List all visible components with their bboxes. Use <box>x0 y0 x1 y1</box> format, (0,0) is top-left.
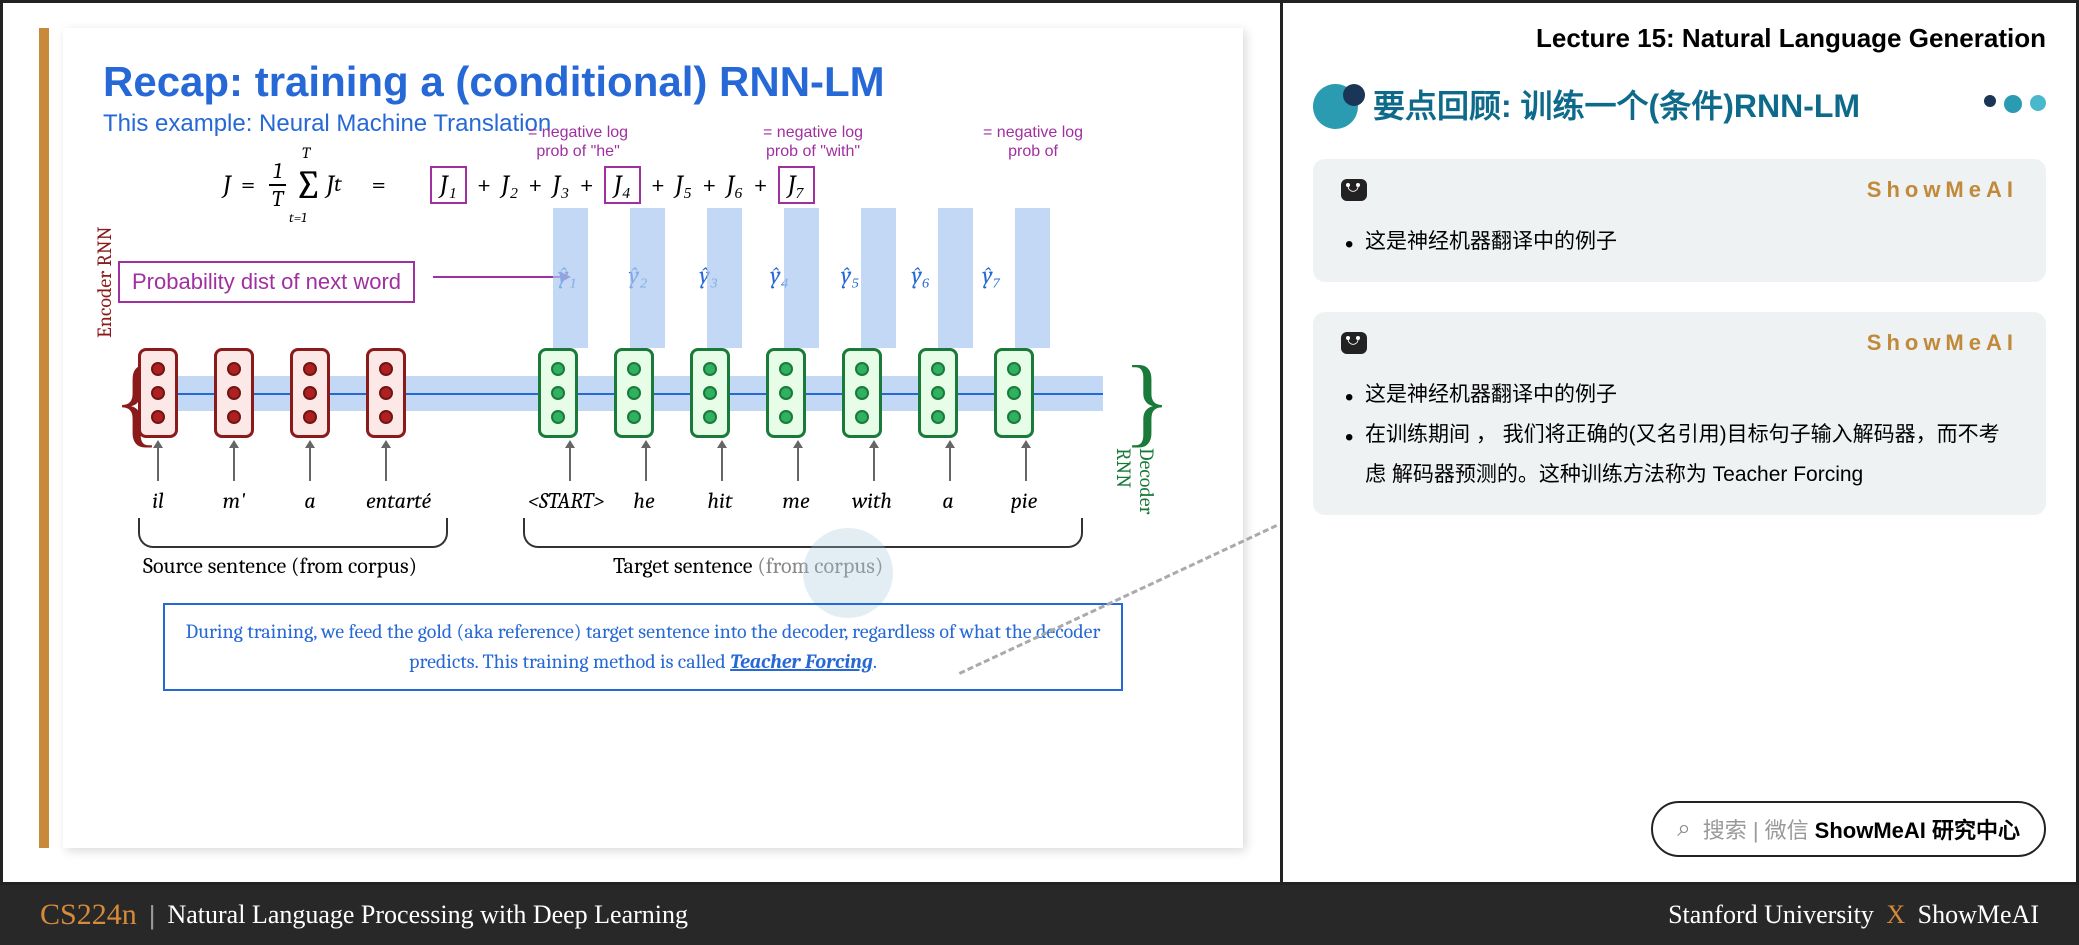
lecture-header: Lecture 15: Natural Language Generation <box>1313 23 2046 54</box>
neg-log-label-1: = negative logprob of "he" <box>528 123 628 161</box>
slide: Recap: training a (conditional) RNN-LM T… <box>63 28 1243 848</box>
search-icon: ⌕ <box>1677 815 1690 843</box>
footer: CS224n | Natural Language Processing wit… <box>0 885 2079 945</box>
j1-box: J₁ <box>430 166 467 204</box>
section-icon <box>1313 79 1373 129</box>
course-code: CS224n <box>40 898 137 932</box>
encoder-cell <box>138 348 178 438</box>
brand-label: ShowMeAI <box>1867 177 2018 203</box>
note-card-1: ShowMeAI 这是神经机器翻译中的例子 <box>1313 159 2046 282</box>
note-item: 这是神经机器翻译中的例子 <box>1341 222 2018 262</box>
loss-formula: J = 1 T ∑ T t=1 Jt = J₁+ J₂+ J₃+ <box>223 158 1203 212</box>
j4-box: J₄ <box>604 166 641 204</box>
notes-panel: Lecture 15: Natural Language Generation … <box>1283 3 2076 882</box>
encoder-cell <box>214 348 254 438</box>
slide-title: Recap: training a (conditional) RNN-LM <box>103 58 1203 106</box>
encoder-cell <box>290 348 330 438</box>
note-item: 在训练期间 ， 我们将正确的(又名引用)目标句子输入解码器，而不考虑 解码器预测… <box>1341 415 2018 495</box>
source-caption: Source sentence (from corpus) <box>143 553 417 579</box>
neg-log-label-2: = negative logprob of "with" <box>763 123 863 161</box>
decoder-cell <box>842 348 882 438</box>
decoder-label: Decoder RNN <box>1112 448 1158 533</box>
decoder-cell <box>994 348 1034 438</box>
yhat-row: ŷ₁ ŷ₂ ŷ₃ ŷ₄ ŷ₅ ŷ₆ ŷ₇ <box>558 261 1001 290</box>
robot-icon <box>1341 179 1367 201</box>
search-hint: ⌕ 搜索 | 微信 ShowMeAI 研究中心 <box>1651 801 2046 857</box>
brand-label: ShowMeAI <box>1867 330 2018 356</box>
target-brace <box>523 518 1083 548</box>
decoder-cell <box>766 348 806 438</box>
decoder-brace: } <box>1123 343 1171 458</box>
section-title: 要点回顾: 训练一个(条件)RNN-LM <box>1373 81 1964 127</box>
teacher-forcing-note: During training, we feed the gold (aka r… <box>163 603 1123 691</box>
decoder-cell <box>690 348 730 438</box>
section-title-row: 要点回顾: 训练一个(条件)RNN-LM <box>1313 79 2046 129</box>
input-words: il m' a entarté <START> he hit me with a… <box>138 488 1044 514</box>
note-card-2: ShowMeAI 这是神经机器翻译中的例子 在训练期间 ， 我们将正确的(又名引… <box>1313 312 2046 515</box>
decorative-dots <box>1984 95 2046 113</box>
source-brace <box>138 518 448 548</box>
note-item: 这是神经机器翻译中的例子 <box>1341 375 2018 415</box>
slide-panel: Recap: training a (conditional) RNN-LM T… <box>3 3 1283 882</box>
encoder-cell <box>366 348 406 438</box>
decoder-cell <box>918 348 958 438</box>
j7-box: J₇ <box>778 166 815 204</box>
rnn-cells <box>138 348 1034 438</box>
robot-icon <box>1341 332 1367 354</box>
course-subtitle: Natural Language Processing with Deep Le… <box>167 900 688 930</box>
formula-J: J <box>223 170 231 200</box>
encoder-label: Encoder RNN <box>93 227 116 339</box>
prob-dist-label: Probability dist of next word <box>118 261 415 303</box>
accent-bar <box>39 28 49 848</box>
prob-arrow <box>433 276 563 278</box>
footer-credits: Stanford University X ShowMeAI <box>1668 900 2039 930</box>
decoder-cell <box>538 348 578 438</box>
decoder-cell <box>614 348 654 438</box>
neg-log-label-3: = negative logprob of <box>983 123 1083 161</box>
